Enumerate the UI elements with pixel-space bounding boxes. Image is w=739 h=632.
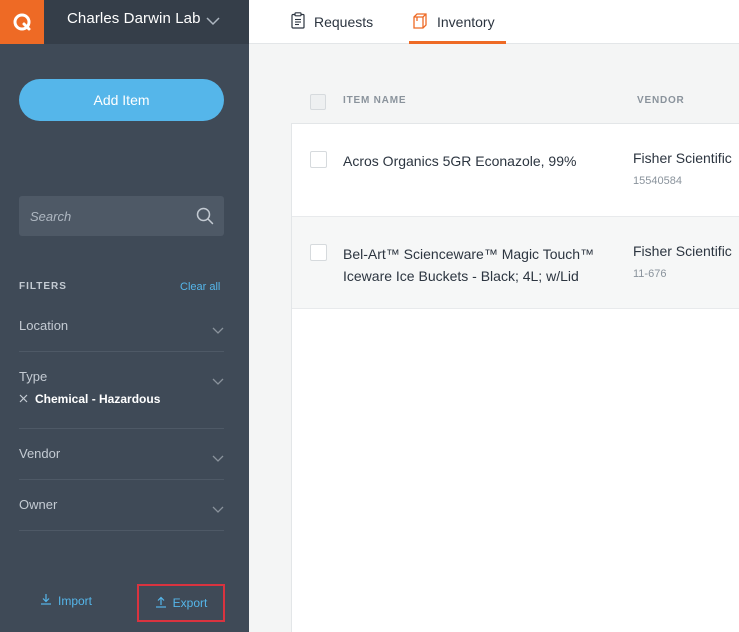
chevron-down-icon[interactable] <box>212 501 224 519</box>
tab-inventory[interactable]: Inventory <box>409 0 506 44</box>
search-icon[interactable] <box>196 207 214 230</box>
vendor-name: Fisher Scientific <box>633 243 732 259</box>
row-checkbox[interactable] <box>310 244 327 261</box>
clipboard-icon <box>291 12 305 32</box>
lab-name[interactable]: Charles Darwin Lab <box>67 10 201 27</box>
clear-all-link[interactable]: Clear all <box>180 281 220 293</box>
export-button[interactable]: Export <box>137 584 225 622</box>
filter-vendor[interactable]: Vendor <box>19 429 224 480</box>
tab-label: Requests <box>314 14 374 30</box>
chevron-down-icon[interactable] <box>212 322 224 340</box>
q-logo-icon[interactable] <box>0 0 44 44</box>
filter-chip-chemical-hazardous: Chemical - Hazardous <box>19 392 160 406</box>
tab-requests[interactable]: Requests <box>291 0 373 44</box>
column-header-item-name[interactable]: ITEM NAME <box>343 95 406 106</box>
chevron-down-icon[interactable] <box>212 450 224 468</box>
column-header-vendor[interactable]: VENDOR <box>637 95 685 106</box>
select-all-checkbox[interactable] <box>310 94 326 110</box>
filter-owner[interactable]: Owner <box>19 480 224 531</box>
filter-label: Type <box>19 369 48 384</box>
search-input[interactable] <box>19 196 189 236</box>
filter-label: Location <box>19 318 69 333</box>
box-icon <box>412 12 428 32</box>
catalog-number: 11-676 <box>633 268 667 280</box>
upload-icon <box>155 596 167 611</box>
table-header: ITEM NAME VENDOR <box>291 80 739 124</box>
item-name[interactable]: Bel-Art™ Scienceware™ Magic Touch™ Icewa… <box>343 243 613 287</box>
filter-chip-label: Chemical - Hazardous <box>35 392 161 406</box>
active-tab-indicator <box>409 41 506 44</box>
import-button[interactable]: Import <box>40 593 92 608</box>
import-label: Import <box>58 593 93 608</box>
add-item-button[interactable]: Add Item <box>19 79 224 121</box>
chevron-down-icon[interactable] <box>206 13 220 31</box>
vendor-name: Fisher Scientific <box>633 150 732 166</box>
filter-label: Vendor <box>19 446 61 461</box>
catalog-number: 15540584 <box>633 175 682 187</box>
filter-label: Owner <box>19 497 58 512</box>
sidebar-header: Charles Darwin Lab <box>0 0 249 44</box>
item-name[interactable]: Acros Organics 5GR Econazole, 99% <box>343 150 613 172</box>
top-nav: Requests Inventory <box>249 0 739 44</box>
sidebar-footer: Import Export <box>0 583 249 623</box>
tab-label: Inventory <box>437 14 495 30</box>
filter-location[interactable]: Location <box>19 305 224 352</box>
row-checkbox[interactable] <box>310 151 327 168</box>
chevron-down-icon[interactable] <box>212 373 224 391</box>
filters-heading: FILTERS <box>19 281 67 292</box>
search-box <box>19 196 224 236</box>
table-row[interactable]: Acros Organics 5GR Econazole, 99% Fisher… <box>292 124 739 217</box>
download-icon <box>40 593 52 608</box>
close-icon[interactable] <box>19 392 28 406</box>
inventory-table: Acros Organics 5GR Econazole, 99% Fisher… <box>291 123 739 632</box>
table-row[interactable]: Bel-Art™ Scienceware™ Magic Touch™ Icewa… <box>292 217 739 309</box>
sidebar: Charles Darwin Lab Add Item FILTERS Clea… <box>0 0 249 632</box>
export-label: Export <box>172 596 208 610</box>
filter-type[interactable]: Type Chemical - Hazardous <box>19 352 224 429</box>
